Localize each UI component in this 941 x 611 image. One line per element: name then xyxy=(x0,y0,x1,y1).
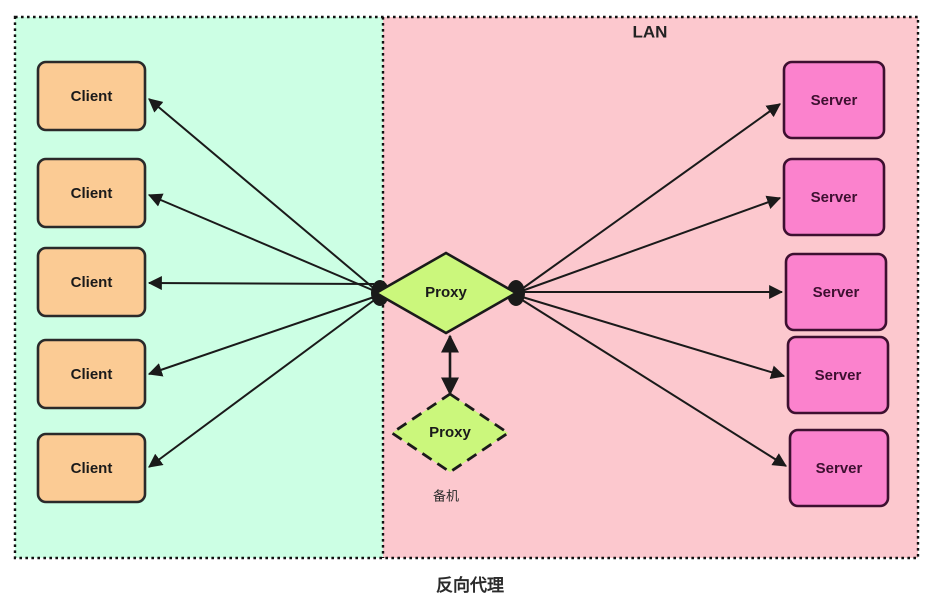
proxy-primary-label: Proxy xyxy=(425,284,467,301)
server-node-4[interactable]: Server xyxy=(786,335,890,415)
server-node-3[interactable]: Server xyxy=(784,252,888,332)
server-label: Server xyxy=(811,92,858,109)
client-label: Client xyxy=(71,88,113,105)
proxy-standby-label: Proxy xyxy=(429,424,471,441)
client-node-1[interactable]: Client xyxy=(36,60,147,132)
client-label: Client xyxy=(71,274,113,291)
servers-layer: Server Server Server Server Server xyxy=(782,60,890,508)
client-node-3[interactable]: Client xyxy=(36,246,147,318)
link-hub-to-client-3 xyxy=(147,276,375,291)
lan-zone-label: LAN xyxy=(633,22,668,41)
client-node-5[interactable]: Client xyxy=(36,432,147,504)
server-node-5[interactable]: Server xyxy=(788,428,890,508)
diagram-caption: 反向代理 xyxy=(436,575,504,596)
client-node-2[interactable]: Client xyxy=(36,157,147,229)
client-node-4[interactable]: Client xyxy=(36,338,147,410)
server-label: Server xyxy=(813,284,860,301)
server-label: Server xyxy=(811,189,858,206)
server-node-1[interactable]: Server xyxy=(782,60,886,140)
reverse-proxy-diagram: LAN Client Client Client Client Client S… xyxy=(0,0,941,611)
clients-layer: Client Client Client Client Client xyxy=(36,60,147,504)
server-node-2[interactable]: Server xyxy=(782,157,886,237)
diagram-canvas: LAN Client Client Client Client Client S… xyxy=(13,15,920,596)
client-label: Client xyxy=(71,185,113,202)
client-label: Client xyxy=(71,460,113,477)
client-label: Client xyxy=(71,366,113,383)
standby-note-label: 备机 xyxy=(433,489,459,505)
server-label: Server xyxy=(816,460,863,477)
server-label: Server xyxy=(815,367,862,384)
